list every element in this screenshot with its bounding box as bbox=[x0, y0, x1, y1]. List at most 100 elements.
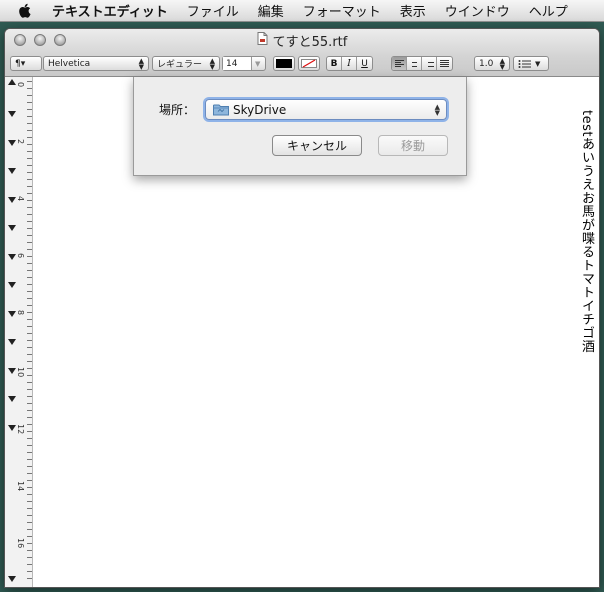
underline-button[interactable]: U bbox=[357, 57, 372, 70]
ruler-tick bbox=[27, 347, 32, 348]
menu-window[interactable]: ウインドウ bbox=[445, 1, 510, 20]
ruler-tick bbox=[27, 319, 32, 320]
tab-stop-icon[interactable] bbox=[8, 311, 16, 317]
ruler-tick bbox=[27, 284, 32, 285]
tab-stop-icon[interactable] bbox=[8, 576, 16, 582]
ruler-tick bbox=[27, 263, 32, 264]
tab-stop-icon[interactable] bbox=[8, 140, 16, 146]
align-right-button[interactable] bbox=[422, 57, 437, 70]
first-line-indent-marker-icon[interactable] bbox=[8, 79, 16, 85]
menu-format[interactable]: フォーマット bbox=[303, 1, 381, 20]
window-title: てすと55.rtf bbox=[5, 31, 599, 50]
popup-arrows-icon: ▲ ▼ bbox=[434, 102, 440, 117]
cancel-button[interactable]: キャンセル bbox=[272, 135, 362, 156]
font-size-value[interactable]: 14 bbox=[223, 57, 252, 70]
ruler-tick bbox=[27, 298, 32, 299]
list-icon bbox=[518, 59, 531, 68]
background-color-well[interactable] bbox=[298, 56, 320, 71]
ruler-tick bbox=[27, 501, 32, 502]
ruler-tick bbox=[27, 158, 32, 159]
tab-stop-icon[interactable] bbox=[8, 168, 16, 174]
tab-stop-icon[interactable] bbox=[8, 425, 16, 431]
ruler-tick bbox=[27, 480, 32, 481]
ruler-tick bbox=[27, 431, 32, 432]
ruler-tick bbox=[27, 417, 32, 418]
tab-stop-icon[interactable] bbox=[8, 197, 16, 203]
align-right-icon bbox=[425, 60, 434, 67]
ruler-tick bbox=[27, 221, 32, 222]
menu-file[interactable]: ファイル bbox=[187, 1, 239, 20]
ruler-tick bbox=[27, 578, 32, 579]
popup-arrows-icon: ▲ ▼ bbox=[499, 56, 505, 71]
justify-button[interactable] bbox=[437, 57, 452, 70]
line-spacing-popup[interactable]: 1.0 ▲ ▼ bbox=[474, 56, 510, 71]
ruler-tick bbox=[27, 550, 32, 551]
ruler-tick bbox=[27, 361, 32, 362]
italic-button[interactable]: I bbox=[342, 57, 357, 70]
tab-stop-icon[interactable] bbox=[8, 225, 16, 231]
tab-stop-icon[interactable] bbox=[8, 282, 16, 288]
text-color-swatch bbox=[276, 59, 292, 68]
font-family-popup[interactable]: Helvetica ▲ ▼ bbox=[43, 56, 149, 71]
vertical-ruler[interactable]: 0 2 4 6 8 10 12 14 16 bbox=[5, 77, 33, 587]
ruler-tick bbox=[27, 130, 32, 131]
tab-stop-icon[interactable] bbox=[8, 396, 16, 402]
ruler-tick bbox=[27, 249, 32, 250]
font-style-popup[interactable]: レギュラー ▲ ▼ bbox=[152, 56, 220, 71]
ruler-label: 6 bbox=[16, 253, 25, 259]
ruler-label: 8 bbox=[16, 310, 25, 316]
move-to-sheet: 場所： SkyDrive ▲ ▼ キャンセル 移動 bbox=[133, 77, 467, 176]
align-center-button[interactable] bbox=[407, 57, 422, 70]
ruler-tick bbox=[27, 137, 32, 138]
ruler-tick bbox=[27, 543, 32, 544]
text-color-well[interactable] bbox=[273, 56, 295, 71]
tab-stop-icon[interactable] bbox=[8, 111, 16, 117]
ruler-tick bbox=[27, 396, 32, 397]
tab-stop-icon[interactable] bbox=[8, 368, 16, 374]
ruler-tick bbox=[27, 291, 32, 292]
menu-view[interactable]: 表示 bbox=[400, 1, 426, 20]
ruler-tick bbox=[27, 123, 32, 124]
location-popup[interactable]: SkyDrive ▲ ▼ bbox=[205, 99, 447, 120]
bold-button[interactable]: B bbox=[327, 57, 342, 70]
ruler-label: 2 bbox=[16, 139, 25, 145]
ruler-tick bbox=[27, 109, 32, 110]
move-button[interactable]: 移動 bbox=[378, 135, 448, 156]
chevron-down-icon[interactable]: ▼ bbox=[255, 60, 260, 68]
ruler-tick bbox=[27, 536, 32, 537]
ruler-tick bbox=[27, 494, 32, 495]
ruler-tick bbox=[27, 165, 32, 166]
ruler-tick bbox=[27, 200, 32, 201]
ruler-tick bbox=[27, 340, 32, 341]
paragraph-style-popup[interactable]: ¶▾ bbox=[10, 56, 42, 71]
ruler-tick bbox=[27, 487, 32, 488]
list-bullets-popup[interactable]: ▼ bbox=[513, 56, 549, 71]
tab-stop-icon[interactable] bbox=[8, 339, 16, 345]
font-style-value: レギュラー bbox=[157, 60, 203, 70]
ruler-tick bbox=[27, 473, 32, 474]
menu-app-textedit[interactable]: テキストエディット bbox=[52, 1, 168, 20]
ruler-tick bbox=[27, 389, 32, 390]
menu-edit[interactable]: 編集 bbox=[258, 1, 284, 20]
font-size-combo[interactable]: 14 ▼ bbox=[222, 56, 266, 71]
align-center-icon bbox=[410, 60, 419, 67]
popup-arrows-icon: ▲ ▼ bbox=[138, 56, 144, 71]
tab-stop-icon[interactable] bbox=[8, 254, 16, 260]
ruler-tick bbox=[27, 557, 32, 558]
document-text[interactable]: testあいうえお馬が喋るトマトイチゴ酒 bbox=[577, 110, 596, 353]
ruler-tick bbox=[27, 256, 32, 257]
document-icon[interactable] bbox=[257, 31, 268, 49]
ruler-tick bbox=[27, 116, 32, 117]
chevron-down-icon: ▼ bbox=[535, 59, 541, 68]
menu-help[interactable]: ヘルプ bbox=[529, 1, 568, 20]
ruler-tick bbox=[27, 95, 32, 96]
ruler-tick bbox=[27, 508, 32, 509]
align-left-icon bbox=[394, 60, 404, 67]
align-left-button[interactable] bbox=[392, 57, 407, 70]
ruler-label: 14 bbox=[16, 481, 25, 492]
no-color-icon bbox=[301, 59, 317, 68]
ruler-tick bbox=[27, 277, 32, 278]
ruler-tick bbox=[27, 151, 32, 152]
apple-menu-icon[interactable] bbox=[14, 3, 34, 18]
ruler-tick bbox=[27, 270, 32, 271]
